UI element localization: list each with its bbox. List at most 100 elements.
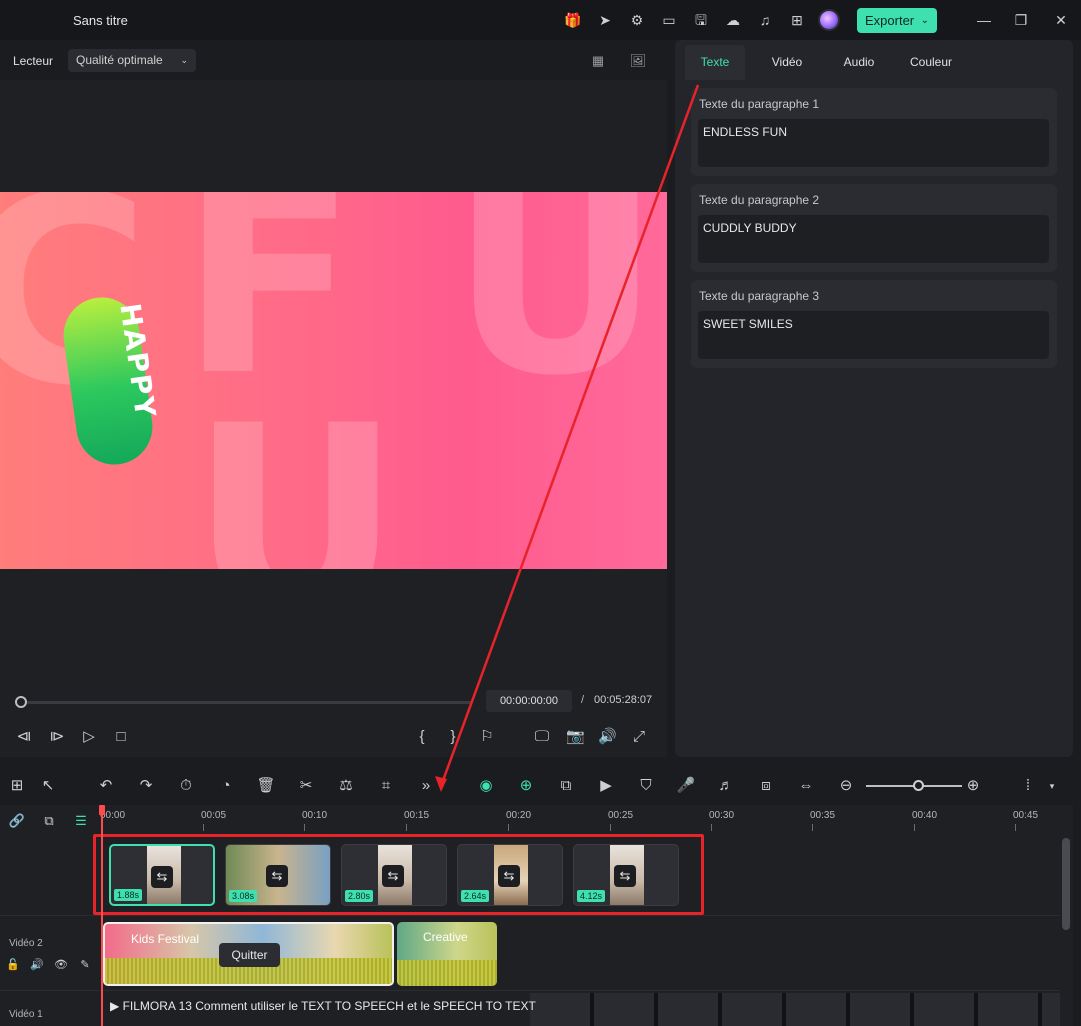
cloud-upload-icon[interactable]: ☁ bbox=[724, 11, 742, 29]
ruler-tick bbox=[711, 824, 712, 831]
link-icon[interactable]: 🔗 bbox=[8, 813, 26, 831]
playback-progress-bar[interactable] bbox=[20, 701, 472, 704]
crop-icon[interactable]: ⌗ bbox=[376, 776, 396, 796]
grid-view-icon[interactable]: ▦ bbox=[588, 53, 608, 69]
track-layout-icon[interactable]: ⁞ bbox=[1018, 776, 1038, 796]
next-frame-icon[interactable]: ⧐ bbox=[48, 728, 66, 746]
headset-icon[interactable]: ♫ bbox=[756, 11, 774, 29]
chevron-down-icon: ⌄ bbox=[920, 15, 929, 26]
video-1-clip-label: FILMORA 13 Comment utiliser le TEXT TO S… bbox=[122, 999, 536, 1013]
restore-icon[interactable]: ❐ bbox=[1012, 11, 1030, 29]
magic-icon[interactable]: ✎ bbox=[78, 958, 92, 972]
snap-icon[interactable]: ⊕ bbox=[516, 776, 536, 796]
ruler-label: 00:10 bbox=[302, 810, 328, 821]
paragraph-3-input[interactable]: SWEET SMILES bbox=[698, 311, 1049, 359]
track-label-video-2: Vidéo 2 bbox=[9, 938, 43, 949]
shield-icon[interactable]: ⛉ bbox=[636, 776, 656, 796]
lock-icon[interactable]: 🔓 bbox=[6, 958, 20, 972]
auto-reframe-icon[interactable]: ⧉ bbox=[556, 776, 576, 796]
chevron-down-icon[interactable]: ▾ bbox=[1042, 776, 1062, 796]
mark-in-icon[interactable]: { bbox=[413, 728, 431, 746]
chevron-down-icon: ⌄ bbox=[180, 55, 188, 65]
total-time: 00:05:28:07 bbox=[594, 694, 653, 706]
timeline-scrollbar[interactable] bbox=[1062, 838, 1070, 930]
ruler-label: 00:20 bbox=[506, 810, 532, 821]
media-settings-icon[interactable]: ⚙ bbox=[628, 11, 646, 29]
ruler-tick bbox=[610, 824, 611, 831]
ruler-tick bbox=[812, 824, 813, 831]
ruler-label: 00:25 bbox=[608, 810, 634, 821]
more-tools-icon[interactable]: » bbox=[416, 776, 436, 796]
ruler-label: 00:35 bbox=[810, 810, 836, 821]
close-icon[interactable]: ✕ bbox=[1052, 11, 1070, 29]
ruler-tick bbox=[304, 824, 305, 831]
tab-video[interactable]: Vidéo bbox=[757, 45, 817, 80]
highlight-box bbox=[93, 834, 704, 915]
save-icon[interactable]: 🖫 bbox=[692, 11, 710, 29]
time-separator: / bbox=[581, 694, 585, 706]
paragraph-1-input[interactable]: ENDLESS FUN bbox=[698, 119, 1049, 167]
music-list-icon[interactable]: ♬ bbox=[716, 776, 736, 796]
timeline-toolbar: ⊞ ↖ ↶ ↷ ⏱ ◔ 🗑 ✂ ⚖ ⌗ » ◉ ⊕ ⧉ ▶ ⛉ 🎤 ♬ ⧈ ⇔ … bbox=[0, 767, 1073, 805]
zoom-out-icon[interactable]: ⊖ bbox=[836, 776, 856, 796]
split-icon[interactable]: ⚖ bbox=[336, 776, 356, 796]
ruler-label: 00:40 bbox=[912, 810, 938, 821]
mark-out-icon[interactable]: } bbox=[444, 728, 462, 746]
layout-grid-icon[interactable]: ⊞ bbox=[7, 776, 27, 796]
video-1-thumbnails[interactable] bbox=[530, 993, 1060, 1026]
display-icon[interactable]: 🖵 bbox=[533, 728, 551, 746]
export-button[interactable]: Exporter ⌄ bbox=[857, 8, 937, 33]
group-icon[interactable]: ⧉ bbox=[40, 813, 58, 831]
fullscreen-icon[interactable]: ⤢ bbox=[630, 728, 648, 746]
stop-icon[interactable]: □ bbox=[112, 728, 130, 746]
cut-icon[interactable]: ✂ bbox=[296, 776, 316, 796]
title-bar: Sans titre 🎁 ➤ ⚙ ▭ 🖫 ☁ ♫ ⊞ Exporter ⌄ — … bbox=[0, 0, 1081, 40]
template-creative[interactable]: Creative bbox=[397, 922, 497, 986]
playhead-handle[interactable] bbox=[99, 805, 105, 815]
paragraph-2-input[interactable]: CUDDLY BUDDY bbox=[698, 215, 1049, 263]
ai-assistant-icon[interactable]: ◉ bbox=[476, 776, 496, 796]
undo-icon[interactable]: ↶ bbox=[96, 776, 116, 796]
select-tool-icon[interactable]: ↖ bbox=[38, 776, 58, 796]
camera-icon[interactable]: 📷 bbox=[566, 728, 585, 746]
fit-icon[interactable]: ⇔ bbox=[796, 776, 816, 796]
snapshot-view-icon[interactable]: 🖼 bbox=[628, 53, 648, 69]
delete-icon[interactable]: 🗑 bbox=[256, 776, 276, 796]
track-manager-icon[interactable]: ☰ bbox=[72, 813, 90, 831]
avatar[interactable] bbox=[818, 9, 840, 31]
video-1-clip-title[interactable]: ▶ FILMORA 13 Comment utiliser le TEXT TO… bbox=[110, 999, 536, 1013]
play-icon[interactable]: ▷ bbox=[80, 728, 98, 746]
previous-frame-icon[interactable]: ⧏ bbox=[15, 728, 33, 746]
minimize-icon[interactable]: — bbox=[975, 11, 993, 29]
microphone-icon[interactable]: 🎤 bbox=[676, 776, 696, 796]
ruler-label: 00:30 bbox=[709, 810, 735, 821]
ruler-label: 00:15 bbox=[404, 810, 430, 821]
time-ruler[interactable]: 00:00 00:05 00:10 00:15 00:20 00:25 00:3… bbox=[100, 805, 1073, 833]
speed-icon[interactable]: ◔ bbox=[216, 776, 236, 796]
tab-texte[interactable]: Texte bbox=[685, 45, 745, 80]
audio-waveform bbox=[397, 960, 497, 986]
zoom-in-icon[interactable]: ⊕ bbox=[963, 776, 983, 796]
marker-icon[interactable]: ⚐ bbox=[478, 728, 496, 746]
timer-icon[interactable]: ⏱ bbox=[176, 776, 196, 796]
tab-couleur[interactable]: Couleur bbox=[901, 45, 961, 80]
track-volume-icon[interactable]: 🔊 bbox=[30, 958, 44, 972]
volume-icon[interactable]: 🔊 bbox=[598, 728, 617, 746]
tab-audio[interactable]: Audio bbox=[829, 45, 889, 80]
zoom-slider-handle[interactable] bbox=[913, 780, 924, 791]
scrubber-handle[interactable] bbox=[15, 696, 27, 708]
render-preview-icon[interactable]: ▶ bbox=[596, 776, 616, 796]
preview-canvas[interactable]: C F U U HAPPY bbox=[0, 192, 667, 569]
screen-record-icon[interactable]: ⧈ bbox=[756, 776, 776, 796]
quality-select[interactable]: Qualité optimale ⌄ bbox=[68, 49, 196, 72]
layout-icon[interactable]: ▭ bbox=[660, 11, 678, 29]
ruler-tick bbox=[203, 824, 204, 831]
send-icon[interactable]: ➤ bbox=[596, 11, 614, 29]
gift-icon[interactable]: 🎁 bbox=[564, 11, 582, 29]
eye-icon[interactable]: 👁 bbox=[54, 958, 68, 972]
redo-icon[interactable]: ↷ bbox=[136, 776, 156, 796]
playhead[interactable] bbox=[101, 805, 103, 1026]
ruler-tick bbox=[406, 824, 407, 831]
apps-grid-icon[interactable]: ⊞ bbox=[788, 11, 806, 29]
current-time[interactable]: 00:00:00:00 bbox=[486, 690, 572, 712]
